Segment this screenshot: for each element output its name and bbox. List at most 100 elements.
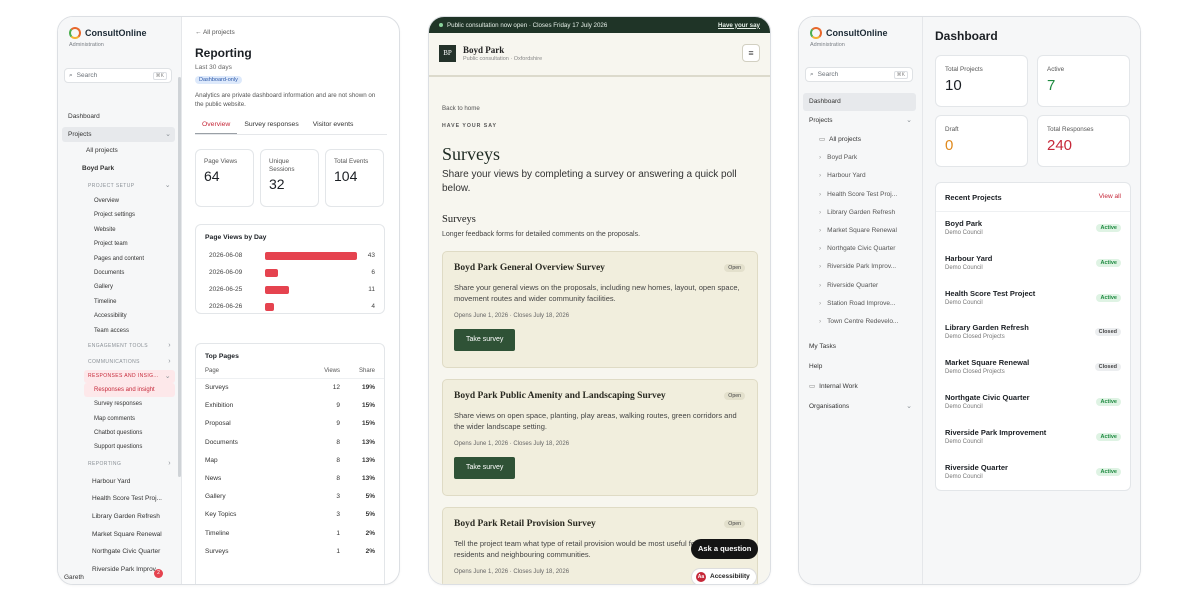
sidebar-item-project[interactable]: › Health Score Test Proj...: [803, 186, 916, 204]
sidebar-item-help[interactable]: Help: [803, 357, 916, 377]
sidebar-item-project[interactable]: Northgate Civic Quarter: [62, 543, 175, 561]
cell-views: 9: [336, 402, 340, 410]
sidebar-item-project-label: Library Garden Refresh: [92, 513, 160, 521]
sidebar-item-projects[interactable]: Projects ⌄: [803, 111, 916, 131]
project-name: Boyd Park: [945, 219, 983, 228]
search-input[interactable]: ⌕ Search ⌘K: [64, 68, 172, 83]
sidebar-scrollbar[interactable]: [178, 77, 181, 477]
sidebar-item-project-label: Market Square Renewal: [92, 530, 162, 538]
take-survey-button[interactable]: Take survey: [454, 329, 516, 351]
section-communications[interactable]: COMMUNICATIONS ›: [62, 354, 175, 370]
notification-badge[interactable]: 2: [154, 569, 163, 578]
ask-question-button[interactable]: Ask a question: [691, 539, 759, 559]
status-badge: Active: [1096, 397, 1121, 406]
back-to-home-link[interactable]: Back to home: [442, 105, 480, 112]
sidebar-item-my-tasks[interactable]: My Tasks: [803, 337, 916, 357]
sidebar-subitem[interactable]: Pages and content: [62, 252, 175, 266]
stats-row: Page Views 64 Unique Sessions 32 Total E…: [195, 149, 384, 207]
sidebar-item-project[interactable]: Harbour Yard: [62, 473, 175, 491]
sidebar-subitem[interactable]: Website: [62, 223, 175, 237]
accessibility-label: Accessibility: [710, 573, 750, 580]
cell-views: 8: [336, 474, 340, 482]
sidebar-item-project[interactable]: › Riverside Park Improv...: [803, 258, 916, 276]
search-input[interactable]: ⌕ Search ⌘K: [805, 67, 913, 82]
recent-project-row[interactable]: Northgate Civic Quarter Demo Council Activ…: [936, 386, 1130, 421]
recent-project-row[interactable]: Health Score Test Project Demo Council Act…: [936, 282, 1130, 317]
sidebar-item-project[interactable]: › Riverside Quarter: [803, 277, 916, 295]
stat-unique-sessions: Unique Sessions 32: [260, 149, 319, 207]
site-name[interactable]: Boyd Park: [463, 45, 504, 55]
sidebar-item-project[interactable]: Library Garden Refresh: [62, 508, 175, 526]
view-all-link[interactable]: View all: [1099, 193, 1121, 202]
sidebar-item-internal-work[interactable]: ▭ Internal Work: [803, 377, 916, 397]
sidebar-subitem[interactable]: Project settings: [62, 208, 175, 222]
sidebar-item-project[interactable]: › Station Road Improve...: [803, 295, 916, 313]
section-project-setup[interactable]: PROJECT SETUP ⌄: [62, 178, 175, 194]
briefcase-icon: ▭: [809, 383, 816, 391]
chart-bar-row: 2026-06-09 6: [196, 264, 384, 281]
recent-project-row[interactable]: Market Square Renewal Demo Closed Project…: [936, 351, 1130, 386]
cell-share: 15%: [361, 402, 375, 410]
brand-logo[interactable]: ConsultOnline: [69, 27, 147, 39]
recent-project-row[interactable]: Boyd Park Demo Council Active: [936, 212, 1130, 247]
back-to-projects-link[interactable]: ← All projects: [195, 29, 235, 36]
sidebar-item-project-label: Health Score Test Proj...: [92, 495, 162, 503]
recent-project-row[interactable]: Library Garden Refresh Demo Closed Projec…: [936, 316, 1130, 351]
sidebar-subitem-label: Project settings: [94, 212, 136, 219]
brand-logo[interactable]: ConsultOnline: [810, 27, 888, 39]
sidebar-item-organisations[interactable]: Organisations ⌄: [803, 397, 916, 417]
sidebar-subitem[interactable]: Team access: [62, 324, 175, 338]
sidebar-item-project[interactable]: › Market Square Renewal: [803, 222, 916, 240]
sidebar-subitem[interactable]: Survey responses: [62, 397, 175, 411]
sidebar-subitem[interactable]: Gallery: [62, 280, 175, 294]
cell-share: 13%: [361, 456, 375, 464]
sidebar-subitem[interactable]: Project team: [62, 237, 175, 251]
cell-share: 2%: [365, 529, 375, 537]
sidebar-subitem[interactable]: Support questions: [62, 440, 175, 454]
user-name[interactable]: Gareth: [64, 574, 84, 581]
sidebar-subitem[interactable]: Timeline: [62, 295, 175, 309]
site-logo[interactable]: BP: [439, 45, 456, 62]
chart-bar-row: 2026-06-26 4: [196, 298, 384, 315]
sidebar-item-project[interactable]: › Town Centre Redevelo...: [803, 313, 916, 331]
sidebar-item-boyd-park[interactable]: Boyd Park: [62, 160, 175, 178]
sidebar-item-project[interactable]: › Library Garden Refresh: [803, 204, 916, 222]
recent-project-row[interactable]: Harbour Yard Demo Council Active: [936, 247, 1130, 282]
sidebar-subitem[interactable]: Chatbot questions: [62, 426, 175, 440]
sidebar-item-project[interactable]: Health Score Test Proj...: [62, 490, 175, 508]
have-your-say-link[interactable]: Have your say: [718, 22, 760, 29]
menu-button[interactable]: ≡: [742, 44, 760, 62]
stat-value: 64: [204, 168, 220, 184]
sidebar-subitem[interactable]: Responses and insight: [84, 382, 175, 398]
section-engagement-tools[interactable]: ENGAGEMENT TOOLS ›: [62, 338, 175, 354]
sidebar-item-project[interactable]: › Northgate Civic Quarter: [803, 240, 916, 258]
sidebar-item-project[interactable]: › Boyd Park: [803, 149, 916, 167]
tab-visitor-events[interactable]: Visitor events: [306, 121, 361, 134]
section-reporting[interactable]: REPORTING ›: [62, 455, 175, 473]
recent-project-row[interactable]: Riverside Park Improvement Demo Council Ac…: [936, 421, 1130, 456]
sidebar-item-project[interactable]: Market Square Renewal: [62, 526, 175, 544]
tab-survey-responses[interactable]: Survey responses: [237, 121, 305, 134]
sidebar-item-dashboard[interactable]: Dashboard: [803, 93, 916, 111]
consultonline-logo-icon: [810, 27, 822, 39]
chevron-icon: ⌄: [164, 182, 171, 189]
survey-title: Boyd Park Public Amenity and Landscaping…: [454, 391, 666, 401]
sidebar-item-all-projects[interactable]: ▭ All projects: [803, 131, 916, 149]
sidebar-subitem[interactable]: Map comments: [62, 412, 175, 426]
sidebar-item-all-projects[interactable]: All projects: [62, 142, 175, 160]
stat-label: Active: [1047, 66, 1065, 73]
tab-overview[interactable]: Overview: [195, 121, 238, 134]
sidebar-subitem[interactable]: Accessibility: [62, 309, 175, 323]
accessibility-button[interactable]: Aa Accessibility: [691, 568, 757, 584]
cell-page: Exhibition: [205, 402, 234, 410]
sidebar-subitem[interactable]: Overview: [62, 194, 175, 208]
sidebar-item-projects[interactable]: Projects ⌄: [62, 127, 175, 142]
cell-share: 2%: [365, 547, 375, 555]
take-survey-button[interactable]: Take survey: [454, 457, 516, 479]
section-responses[interactable]: RESPONSES AND INSIG... ⌄: [84, 369, 175, 383]
header-page: Page: [205, 368, 220, 374]
sidebar-item-dashboard[interactable]: Dashboard: [62, 107, 175, 127]
sidebar-subitem[interactable]: Documents: [62, 266, 175, 280]
sidebar-item-project[interactable]: › Harbour Yard: [803, 167, 916, 185]
recent-project-row[interactable]: Riverside Quarter Demo Council Active: [936, 456, 1130, 491]
